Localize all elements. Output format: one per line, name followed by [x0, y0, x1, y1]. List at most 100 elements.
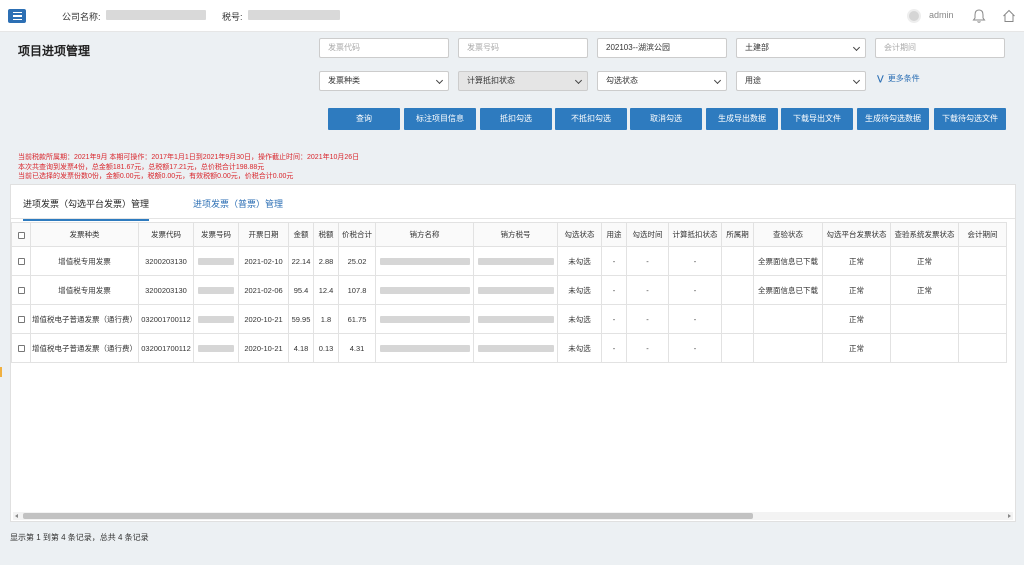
home-icon[interactable]: [1002, 8, 1016, 24]
row-select-cell[interactable]: [11, 246, 31, 276]
deduction-status-select[interactable]: 计算抵扣状态: [458, 71, 588, 91]
platform-status-cell: 正常: [822, 246, 891, 276]
select-all-checkbox[interactable]: [17, 231, 25, 239]
column-header[interactable]: 价税合计: [338, 222, 376, 247]
verify-status-cell: 全票面信息已下载: [753, 275, 823, 305]
select-all-cell[interactable]: [11, 222, 31, 247]
redacted-value: [198, 345, 234, 353]
column-header[interactable]: 查验状态: [753, 222, 823, 247]
bell-icon[interactable]: [972, 8, 986, 24]
invoice-code-cell: 032001700112: [138, 304, 194, 334]
column-header[interactable]: 税额: [313, 222, 339, 247]
period-info: 当前税款所属期：2021年9月 本期可操作：2017年1月1日到2021年9月3…: [18, 153, 359, 182]
invoice-number-cell: [193, 246, 239, 276]
row-select-cell[interactable]: [11, 304, 31, 334]
query-button[interactable]: 查询: [328, 108, 400, 130]
generate-export-button[interactable]: 生成导出数据: [706, 108, 778, 130]
accounting-period-cell: [958, 246, 1007, 276]
row-checkbox[interactable]: [17, 345, 25, 353]
scrollbar-thumb[interactable]: [23, 513, 753, 519]
invoice-type-cell: 增值税电子普通发票（通行费）: [30, 304, 139, 334]
seller-tax-id-cell: [473, 304, 558, 334]
accounting-period-cell: [958, 275, 1007, 305]
column-header[interactable]: 用途: [601, 222, 627, 247]
company-label: 公司名称:: [62, 12, 101, 22]
usage-select[interactable]: 用途: [736, 71, 866, 91]
invoice-type-select[interactable]: 发票种类: [319, 71, 449, 91]
amount-cell: 95.4: [288, 275, 314, 305]
column-header[interactable]: 发票号码: [193, 222, 239, 247]
invoice-number-input[interactable]: 发票号码: [458, 38, 588, 58]
scroll-left-arrow-icon[interactable]: [15, 514, 18, 518]
table-row[interactable]: 增值税电子普通发票（通行费） 032001700112 2020-10-21 4…: [11, 333, 1007, 363]
generate-pending-button[interactable]: 生成待勾选数据: [857, 108, 929, 130]
seller-tax-id-cell: [473, 333, 558, 363]
amount-cell: 4.18: [288, 333, 314, 363]
column-header[interactable]: 开票日期: [238, 222, 289, 247]
row-checkbox[interactable]: [17, 258, 25, 266]
check-status-select[interactable]: 勾选状态: [597, 71, 727, 91]
user-name[interactable]: admin: [929, 10, 954, 20]
menu-icon[interactable]: [8, 9, 26, 23]
column-header[interactable]: 发票代码: [138, 222, 194, 247]
invoice-type-cell: 增值税电子普通发票（通行费）: [30, 333, 139, 363]
column-header[interactable]: 销方名称: [375, 222, 474, 247]
system-status-cell: [890, 333, 959, 363]
seller-tax-id-cell: [473, 246, 558, 276]
deduct-status-cell: -: [668, 304, 722, 334]
column-header[interactable]: 计算抵扣状态: [668, 222, 722, 247]
column-header[interactable]: 勾选状态: [557, 222, 602, 247]
info-line: 本次共查询到发票4份，总金额181.67元，总税额17.21元，总价税合计198…: [18, 163, 265, 171]
table-row[interactable]: 增值税专用发票 3200203130 2021-02-10 22.14 2.88…: [11, 246, 1007, 276]
table-row[interactable]: 增值税专用发票 3200203130 2021-02-06 95.4 12.4 …: [11, 275, 1007, 305]
check-time-cell: -: [626, 275, 669, 305]
column-header[interactable]: 发票种类: [30, 222, 139, 247]
redacted-value: [198, 316, 234, 324]
column-header[interactable]: 销方税号: [473, 222, 558, 247]
column-header[interactable]: 金额: [288, 222, 314, 247]
usage-cell: -: [601, 246, 627, 276]
tax-cell: 0.13: [313, 333, 339, 363]
redacted-value: [379, 287, 470, 295]
invoice-code-input[interactable]: 发票代码: [319, 38, 449, 58]
invoice-number-cell: [193, 304, 239, 334]
column-header[interactable]: 会计期间: [958, 222, 1007, 247]
mark-project-button[interactable]: 标注项目信息: [404, 108, 476, 130]
download-pending-button[interactable]: 下载待勾选文件: [934, 108, 1006, 130]
column-header[interactable]: 所属期: [721, 222, 754, 247]
table-row[interactable]: 增值税电子普通发票（通行费） 032001700112 2020-10-21 5…: [11, 304, 1007, 334]
issue-date-cell: 2021-02-06: [238, 275, 289, 305]
scroll-right-arrow-icon[interactable]: [1008, 514, 1011, 518]
info-line: 当前税款所属期：2021年9月 本期可操作：2017年1月1日到2021年9月3…: [18, 154, 360, 161]
tab-platform-invoices[interactable]: 进项发票（勾选平台发票）管理: [23, 197, 150, 221]
system-status-cell: [890, 304, 959, 334]
column-header[interactable]: 查验系统发票状态: [890, 222, 959, 247]
more-conditions-link[interactable]: ⋁ 更多条件: [877, 73, 920, 84]
row-select-cell[interactable]: [11, 333, 31, 363]
deduct-check-button[interactable]: 抵扣勾选: [480, 108, 552, 130]
column-header[interactable]: 勾选平台发票状态: [822, 222, 891, 247]
accounting-period-input[interactable]: 会计期间: [875, 38, 1005, 58]
avatar[interactable]: [907, 9, 921, 23]
row-checkbox[interactable]: [17, 316, 25, 324]
column-header[interactable]: 勾选时间: [626, 222, 669, 247]
check-status-cell: 未勾选: [557, 304, 602, 334]
period-cell: [721, 246, 754, 276]
row-select-cell[interactable]: [11, 275, 31, 305]
period-cell: [721, 304, 754, 334]
project-input[interactable]: 202103--湖滨公园: [597, 38, 727, 58]
period-cell: [721, 333, 754, 363]
check-time-cell: -: [626, 246, 669, 276]
page-title: 项目进项管理: [18, 44, 91, 58]
department-select[interactable]: 土建部: [736, 38, 866, 58]
invoice-type-cell: 增值税专用发票: [30, 246, 139, 276]
no-deduct-check-button[interactable]: 不抵扣勾选: [555, 108, 627, 130]
row-checkbox[interactable]: [17, 287, 25, 295]
platform-status-cell: 正常: [822, 275, 891, 305]
tab-general-invoices[interactable]: 进项发票（普票）管理: [193, 197, 283, 210]
download-export-button[interactable]: 下载导出文件: [781, 108, 853, 130]
horizontal-scrollbar[interactable]: [13, 512, 1013, 520]
cancel-check-button[interactable]: 取消勾选: [630, 108, 702, 130]
system-status-cell: 正常: [890, 275, 959, 305]
deduct-status-cell: -: [668, 333, 722, 363]
